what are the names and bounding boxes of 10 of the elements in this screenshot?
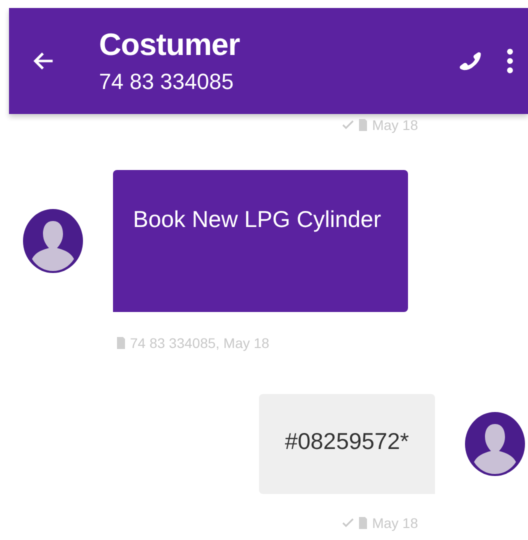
contact-name: Costumer [99,27,241,63]
message-bubble: #08259572* [258,394,435,494]
sim-card-icon [359,517,368,529]
message-bubble: Book New LPG Cylinder [113,170,408,312]
contact-number: 74 83 334085 [99,69,235,95]
avatar-icon [465,412,525,476]
sim-card-icon [359,119,368,131]
sim-card-icon [117,337,125,349]
avatar-icon [23,209,83,273]
more-options-icon[interactable] [506,47,514,75]
